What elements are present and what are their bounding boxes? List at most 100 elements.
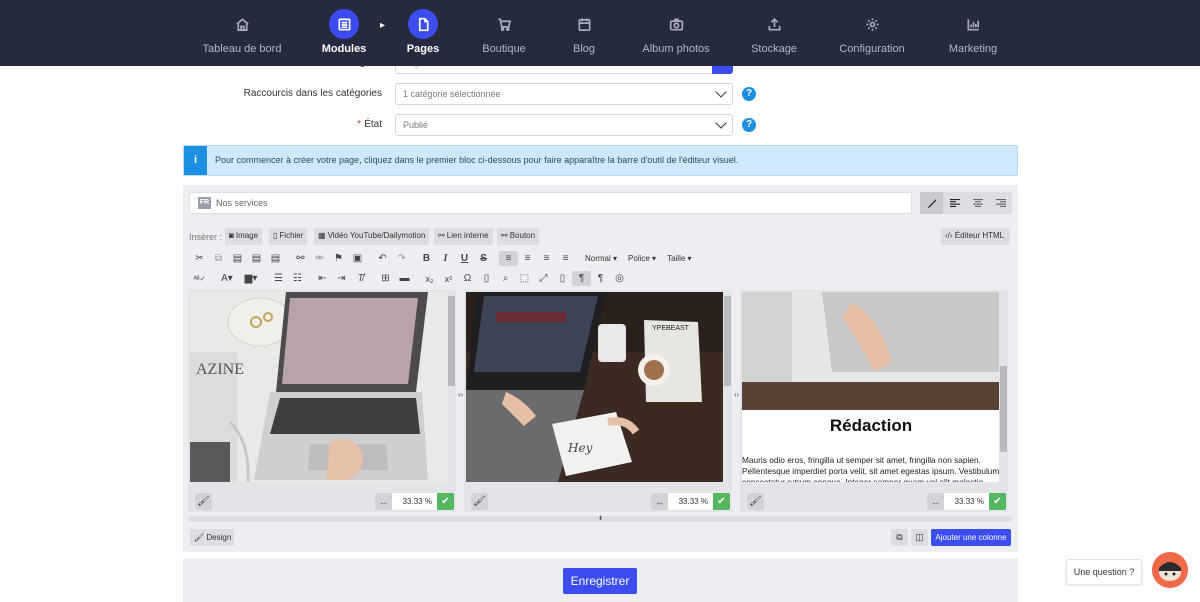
nav-item-blog[interactable]: Blog: [559, 0, 609, 66]
chat-avatar-icon[interactable]: [1152, 552, 1188, 588]
laptop-photo-1[interactable]: AZINE: [190, 292, 447, 482]
align-left-icon[interactable]: ≡: [499, 251, 518, 266]
help-icon[interactable]: ?: [742, 118, 756, 132]
save-button[interactable]: Enregistrer: [563, 568, 637, 594]
editor-column-1[interactable]: AZINE ‹› 🖌 ↔ 33.33 % ✔: [188, 290, 463, 512]
nav-item-boutique[interactable]: Boutique: [474, 0, 534, 66]
find-icon[interactable]: ⌕: [496, 271, 515, 286]
help-icon[interactable]: ?: [742, 87, 756, 101]
text-color-icon[interactable]: A▾: [215, 271, 239, 286]
bold-icon[interactable]: B: [417, 251, 436, 266]
insert-internal-link-button[interactable]: ⚯ Lien interne: [434, 228, 493, 245]
bulleted-list-icon[interactable]: ☰: [269, 271, 288, 286]
column-width-input[interactable]: 33.33 %: [392, 493, 437, 510]
row-resize-handle[interactable]: ⬍: [189, 516, 1012, 522]
etat-select[interactable]: Publié: [395, 114, 733, 136]
design-button[interactable]: 🖌 Design: [190, 529, 234, 546]
form-row-etat: * État Publié ?: [0, 114, 1200, 138]
paste-icon[interactable]: ▤: [228, 251, 247, 266]
align-right-button[interactable]: [989, 192, 1012, 214]
size-dropdown[interactable]: Taille ▾: [663, 251, 695, 266]
insert-file-button[interactable]: ▯ Fichier: [269, 228, 308, 245]
ltr-icon[interactable]: ¶: [572, 271, 591, 286]
column-resize-handle[interactable]: ‹›: [458, 390, 463, 399]
width-confirm-button[interactable]: ✔: [989, 493, 1006, 510]
link-icon[interactable]: ⚯: [291, 251, 310, 266]
maximize-icon[interactable]: ⤢: [534, 271, 553, 286]
numbered-list-icon[interactable]: ☷: [288, 271, 307, 286]
column-width-input[interactable]: 33.33 %: [668, 493, 713, 510]
strikethrough-icon[interactable]: S: [474, 251, 493, 266]
align-center-icon[interactable]: ≡: [518, 251, 537, 266]
table-icon[interactable]: ⊞: [376, 271, 395, 286]
column-resize-handle[interactable]: ‹›: [734, 390, 739, 399]
insert-image-button[interactable]: ◙ Image: [225, 228, 263, 245]
anchor-flag-icon[interactable]: ⚑: [329, 251, 348, 266]
width-confirm-button[interactable]: ✔: [437, 493, 454, 510]
desk-photo[interactable]: YPEBEAST Hey: [466, 292, 723, 482]
raccourcis-select[interactable]: 1 catégorie sélectionnée: [395, 83, 733, 105]
width-resize-icon[interactable]: ↔: [375, 493, 392, 510]
column-scrollbar[interactable]: [1000, 296, 1007, 476]
paste-text-icon[interactable]: ▤: [247, 251, 266, 266]
width-resize-icon[interactable]: ↔: [927, 493, 944, 510]
help-circle-icon[interactable]: ◎: [610, 271, 629, 286]
align-left-button[interactable]: [943, 192, 966, 214]
align-justify-icon[interactable]: ≡: [556, 251, 575, 266]
editor-column-3[interactable]: Rédaction Mauris odio eros, fringilla ut…: [740, 290, 1008, 512]
source-icon[interactable]: ▯: [477, 271, 496, 286]
paste-word-icon[interactable]: ▤: [266, 251, 285, 266]
page-title-input[interactable]: FR Nos services: [189, 192, 912, 214]
columns-layout-button[interactable]: ◫: [911, 529, 928, 546]
image-icon[interactable]: ▣: [348, 251, 367, 266]
column-style-button[interactable]: 🖌: [471, 493, 488, 510]
column-width-input[interactable]: 33.33 %: [944, 493, 989, 510]
superscript-icon[interactable]: x²: [439, 271, 458, 286]
font-dropdown[interactable]: Police ▾: [624, 251, 660, 266]
duplicate-row-button[interactable]: ⧉: [891, 529, 908, 546]
column-style-button[interactable]: 🖌: [195, 493, 212, 510]
nav-item-configuration[interactable]: Configuration: [832, 0, 912, 66]
outdent-icon[interactable]: ⇤: [313, 271, 332, 286]
nav-item-marketing[interactable]: Marketing: [938, 0, 1008, 66]
insert-button-button[interactable]: ⚯ Bouton: [497, 228, 540, 245]
column-style-button[interactable]: 🖌: [747, 493, 764, 510]
add-column-button[interactable]: Ajouter une colonne: [931, 529, 1011, 546]
title-style-button[interactable]: [920, 192, 943, 214]
copy-icon[interactable]: ⧉: [209, 251, 228, 266]
column-scrollbar[interactable]: [724, 296, 731, 476]
italic-icon[interactable]: I: [436, 251, 455, 266]
remove-format-icon[interactable]: T̸: [351, 271, 370, 286]
redaction-block[interactable]: Rédaction Mauris odio eros, fringilla ut…: [742, 292, 999, 482]
cut-icon[interactable]: ✂: [190, 251, 209, 266]
horizontal-rule-icon[interactable]: ▬: [395, 271, 414, 286]
help-chat-prompt[interactable]: Une question ?: [1066, 559, 1142, 585]
align-right-icon[interactable]: ≡: [537, 251, 556, 266]
html-editor-button[interactable]: ‹/› Éditeur HTML: [941, 228, 1010, 245]
select-all-icon[interactable]: ⬚: [515, 271, 534, 286]
subscript-icon[interactable]: x₂: [420, 271, 439, 286]
nav-item-stockage[interactable]: Stockage: [744, 0, 804, 66]
underline-icon[interactable]: U: [455, 251, 474, 266]
column-scrollbar[interactable]: [448, 296, 455, 476]
nav-item-modules[interactable]: Modules: [314, 0, 374, 66]
undo-icon[interactable]: ↶: [373, 251, 392, 266]
align-center-button[interactable]: [966, 192, 989, 214]
special-char-icon[interactable]: Ω: [458, 271, 477, 286]
unlink-icon[interactable]: ⚮: [310, 251, 329, 266]
width-value: 33.33: [402, 497, 423, 506]
nav-item-album[interactable]: Album photos: [636, 0, 716, 66]
redo-icon[interactable]: ↷: [392, 251, 411, 266]
width-resize-icon[interactable]: ↔: [651, 493, 668, 510]
preview-icon[interactable]: ▯: [553, 271, 572, 286]
rtl-icon[interactable]: ¶: [591, 271, 610, 286]
nav-item-pages[interactable]: Pages: [398, 0, 448, 66]
format-dropdown[interactable]: Normal ▾: [581, 251, 621, 266]
insert-video-button[interactable]: ▦ Vidéo YouTube/Dailymotion: [314, 228, 430, 245]
nav-item-dashboard[interactable]: Tableau de bord: [197, 0, 287, 66]
indent-icon[interactable]: ⇥: [332, 271, 351, 286]
editor-column-2[interactable]: YPEBEAST Hey ‹› 🖌 ↔ 33.33 % ✔: [464, 290, 739, 512]
spellcheck-icon[interactable]: ᴬᴮ✓: [190, 271, 209, 286]
background-color-icon[interactable]: ▆▾: [239, 271, 263, 286]
width-confirm-button[interactable]: ✔: [713, 493, 730, 510]
